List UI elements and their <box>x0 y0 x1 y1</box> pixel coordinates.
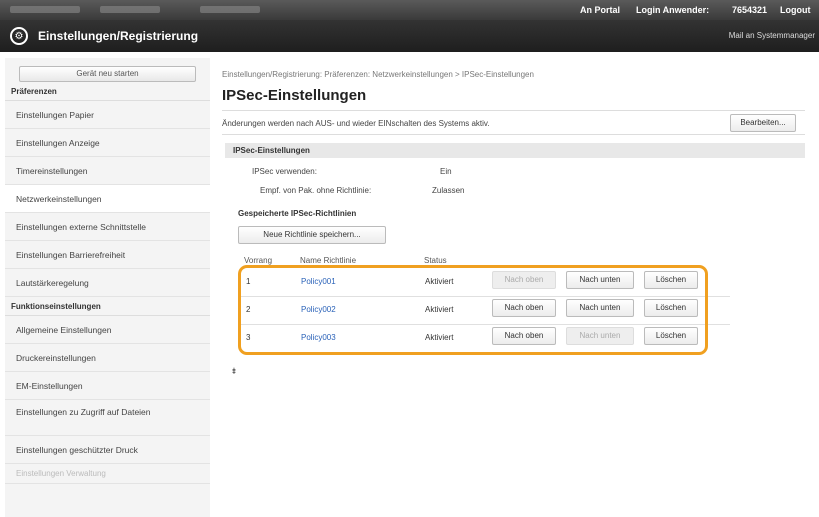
sidebar-item-accessibility[interactable]: Einstellungen Barrierefreiheit <box>5 241 210 269</box>
header: ⚙ Einstellungen/Registrierung Mail an Sy… <box>0 20 819 52</box>
ipsec-use-value: Ein <box>440 167 452 176</box>
sidebar-item-printer[interactable]: Druckereinstellungen <box>5 344 210 372</box>
device-name-redacted <box>10 6 80 13</box>
sidebar-item-external-interface[interactable]: Einstellungen externe Schnittstelle <box>5 213 210 241</box>
sidebar-section-functions: Funktionseinstellungen <box>5 297 210 316</box>
recv-policy-label: Empf. von Pak. ohne Richtlinie: <box>260 186 372 195</box>
page-title: IPSec-Einstellungen <box>222 87 367 104</box>
saved-policies-title: Gespeicherte IPSec-Richtlinien <box>238 209 357 218</box>
sidebar: Gerät neu starten Präferenzen Einstellun… <box>5 58 210 517</box>
sidebar-item-paper[interactable]: Einstellungen Papier <box>5 101 210 129</box>
sidebar-item-file-access[interactable]: Einstellungen zu Zugriff auf Dateien <box>5 400 210 436</box>
new-policy-button[interactable]: Neue Richtlinie speichern... <box>238 226 386 244</box>
top-bar: An Portal Login Anwender: 7654321 Logout <box>0 0 819 20</box>
sidebar-item-volume[interactable]: Lautstärkeregelung <box>5 269 210 297</box>
section-bar-ipsec: IPSec-Einstellungen <box>225 143 805 158</box>
sidebar-item-display[interactable]: Einstellungen Anzeige <box>5 129 210 157</box>
login-user: 7654321 <box>732 5 768 15</box>
login-label: Login Anwender: <box>636 5 710 15</box>
sidebar-item-network[interactable]: Netzwerkeinstellungen <box>5 185 210 213</box>
sidebar-item-secure-print[interactable]: Einstellungen geschützter Druck <box>5 436 210 464</box>
ipsec-use-label: IPSec verwenden: <box>252 167 317 176</box>
sidebar-item-general[interactable]: Allgemeine Einstellungen <box>5 316 210 344</box>
col-policy-name: Name Richtlinie <box>300 256 357 265</box>
col-priority: Vorrang <box>244 256 273 265</box>
mail-systemmanager-link[interactable]: Mail an Systemmanager <box>729 31 815 40</box>
edit-button[interactable]: Bearbeiten... <box>730 114 796 132</box>
logout-link[interactable]: Logout <box>780 5 811 15</box>
sidebar-item-timer[interactable]: Timereinstellungen <box>5 157 210 185</box>
settings-logo-icon: ⚙ <box>10 27 28 45</box>
device-info-redacted-2 <box>200 6 260 13</box>
col-status: Status <box>424 256 447 265</box>
recv-policy-value: Zulassen <box>432 186 465 195</box>
sidebar-section-preferences: Präferenzen <box>5 82 210 101</box>
portal-link[interactable]: An Portal <box>580 5 620 15</box>
device-info-redacted <box>100 6 160 13</box>
scroll-to-top-icon[interactable]: ⯒ <box>232 364 236 380</box>
sidebar-item-em[interactable]: EM-Einstellungen <box>5 372 210 400</box>
page-header-title: Einstellungen/Registrierung <box>38 29 199 43</box>
restart-device-button[interactable]: Gerät neu starten <box>19 66 196 82</box>
policies-highlight-frame <box>238 265 708 355</box>
notice-row: Änderungen werden nach AUS- und wieder E… <box>222 110 805 135</box>
restart-notice: Änderungen werden nach AUS- und wieder E… <box>222 119 490 128</box>
sidebar-item-management[interactable]: Einstellungen Verwaltung <box>5 464 210 484</box>
breadcrumb: Einstellungen/Registrierung: Präferenzen… <box>222 70 534 79</box>
